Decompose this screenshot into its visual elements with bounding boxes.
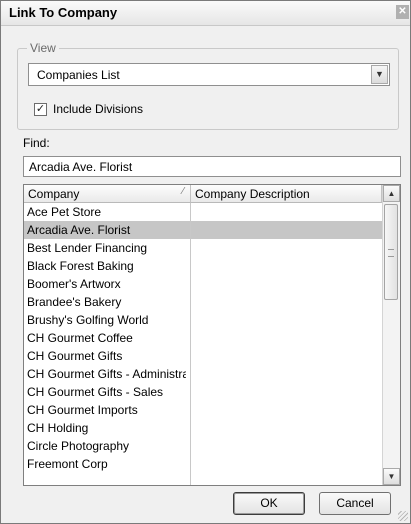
table-row[interactable]: Brushy's Golfing World (24, 311, 382, 329)
title-bar: Link To Company ✕ (1, 1, 410, 26)
column-header-description[interactable]: Company Description (191, 185, 382, 203)
sort-indicator-icon: ⁄ (182, 186, 184, 197)
view-select[interactable]: Companies List ▼ (28, 63, 390, 86)
column-divider (190, 203, 191, 485)
table-row-selected[interactable]: Arcadia Ave. Florist (24, 221, 382, 239)
company-cell: CH Gourmet Gifts - Sales (27, 385, 164, 399)
check-icon: ✓ (35, 103, 46, 115)
table-row[interactable]: CH Gourmet Gifts - Sales (24, 383, 382, 401)
link-to-company-dialog: Link To Company ✕ View Companies List ▼ … (0, 0, 411, 524)
find-input[interactable] (23, 156, 401, 177)
table-row[interactable]: Ace Pet Store (24, 203, 382, 221)
table-row[interactable]: Boomer's Artworx (24, 275, 382, 293)
table-row[interactable]: Freemont Corp (24, 455, 382, 473)
company-cell: CH Holding (27, 421, 89, 435)
view-group-label: View (27, 41, 59, 55)
view-select-value: Companies List (37, 68, 120, 82)
column-header-description-label: Company Description (195, 187, 310, 201)
table-row[interactable]: Black Forest Baking (24, 257, 382, 275)
scroll-down-icon[interactable]: ▼ (383, 468, 400, 485)
company-cell: CH Gourmet Gifts - Administra (27, 367, 186, 381)
company-cell: CH Gourmet Coffee (27, 331, 133, 345)
company-cell: Best Lender Financing (27, 241, 148, 255)
thumb-grip-icon (388, 249, 394, 257)
cancel-button[interactable]: Cancel (319, 492, 391, 515)
resize-grip-icon[interactable] (398, 511, 408, 521)
company-cell: Black Forest Baking (27, 259, 134, 273)
table-row[interactable]: CH Gourmet Coffee (24, 329, 382, 347)
company-cell: CH Gourmet Gifts (27, 349, 123, 363)
company-cell: Boomer's Artworx (27, 277, 121, 291)
table-row[interactable]: CH Gourmet Gifts - Administra (24, 365, 382, 383)
table-row[interactable]: CH Gourmet Imports (24, 401, 382, 419)
include-divisions-checkbox[interactable]: ✓ (34, 103, 47, 116)
company-rows: Ace Pet Store Arcadia Ave. Florist Best … (24, 203, 382, 473)
chevron-down-icon[interactable]: ▼ (371, 65, 388, 84)
scrollbar-thumb[interactable] (384, 204, 398, 300)
company-cell: Circle Photography (27, 439, 130, 453)
table-row[interactable]: Best Lender Financing (24, 239, 382, 257)
table-row[interactable]: Circle Photography (24, 437, 382, 455)
find-label: Find: (23, 136, 50, 150)
company-cell: Arcadia Ave. Florist (27, 223, 131, 237)
table-row[interactable]: Brandee's Bakery (24, 293, 382, 311)
column-header-company-label: Company (28, 187, 80, 201)
dialog-title: Link To Company (9, 5, 118, 20)
company-cell: Freemont Corp (27, 457, 108, 471)
ok-button[interactable]: OK (233, 492, 305, 515)
scroll-up-icon[interactable]: ▲ (383, 185, 400, 202)
table-row[interactable]: CH Holding (24, 419, 382, 437)
company-list: Company ⁄ Company Description Ace Pet St… (23, 184, 401, 486)
include-divisions-label[interactable]: Include Divisions (53, 102, 143, 116)
table-row[interactable]: CH Gourmet Gifts (24, 347, 382, 365)
company-cell: Brandee's Bakery (27, 295, 122, 309)
company-cell: Ace Pet Store (27, 205, 102, 219)
vertical-scrollbar[interactable]: ▲ ▼ (382, 185, 400, 485)
company-cell: Brushy's Golfing World (27, 313, 149, 327)
company-cell: CH Gourmet Imports (27, 403, 138, 417)
close-icon[interactable]: ✕ (396, 5, 409, 19)
view-group (17, 48, 399, 130)
column-header-company[interactable]: Company ⁄ (24, 185, 191, 203)
